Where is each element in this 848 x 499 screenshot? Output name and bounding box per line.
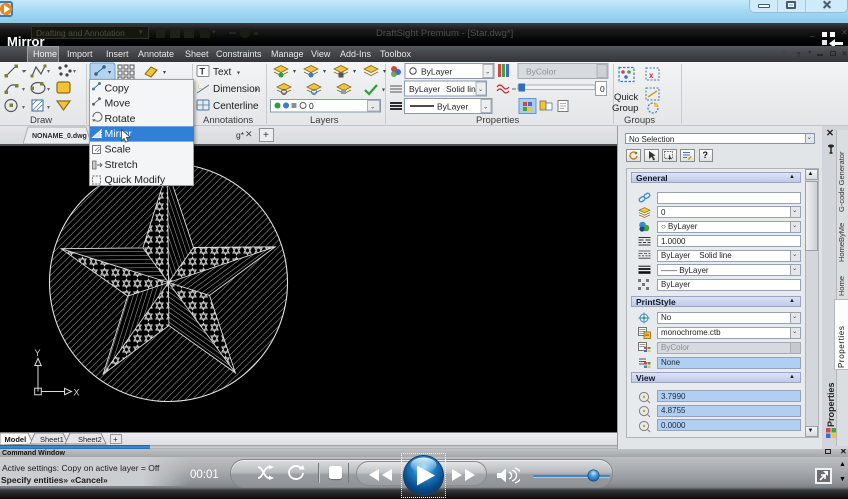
svg-text:▾: ▾	[255, 88, 258, 94]
svg-text:⌄: ⌄	[485, 69, 490, 76]
svg-text:▾: ▾	[237, 71, 240, 77]
svg-text:∟: ∟	[197, 82, 205, 91]
svg-text:▾: ▾	[108, 70, 111, 76]
svg-text:Scale: Scale	[104, 143, 130, 155]
svg-text:▾: ▾	[163, 70, 166, 76]
svg-text:ByColor: ByColor	[526, 67, 556, 77]
svg-text:▾: ▾	[323, 69, 326, 75]
svg-text:⌄: ⌄	[370, 104, 375, 111]
svg-text:⌄: ⌄	[483, 104, 488, 111]
svg-text:Text: Text	[213, 67, 232, 78]
svg-text:Quick Modify: Quick Modify	[104, 174, 165, 186]
svg-text:▾: ▾	[353, 69, 356, 75]
svg-text:Rotate: Rotate	[104, 112, 135, 124]
svg-text:Mirror: Mirror	[104, 128, 132, 140]
svg-text:▾: ▾	[382, 88, 385, 94]
svg-text:0: 0	[309, 101, 314, 111]
svg-text:Stretch: Stretch	[104, 158, 137, 170]
svg-text:▾: ▾	[22, 105, 25, 111]
svg-text:▾: ▾	[383, 69, 386, 75]
svg-text:Copy: Copy	[104, 82, 129, 94]
svg-text:▾: ▾	[47, 87, 50, 93]
svg-text:Centerline: Centerline	[213, 101, 259, 112]
svg-text:X: X	[74, 388, 80, 398]
svg-text:▾: ▾	[293, 69, 296, 75]
svg-text:⌄: ⌄	[478, 86, 483, 93]
svg-text:Y: Y	[35, 348, 41, 358]
svg-text:Move: Move	[104, 97, 130, 109]
svg-text:Solid line: Solid line	[446, 84, 481, 94]
svg-text:▾: ▾	[73, 69, 76, 75]
svg-text:▾: ▾	[47, 69, 50, 75]
svg-text:0: 0	[600, 84, 605, 94]
svg-text:T: T	[200, 67, 206, 77]
svg-text:Group: Group	[612, 103, 638, 114]
svg-text:▾: ▾	[47, 105, 50, 111]
svg-text:▾: ▾	[22, 69, 25, 75]
svg-text:x: x	[649, 71, 654, 80]
svg-text:▾: ▾	[22, 87, 25, 93]
svg-text:ByLayer: ByLayer	[409, 84, 440, 94]
svg-text:ByLayer: ByLayer	[437, 102, 468, 112]
svg-text:Quick: Quick	[614, 92, 639, 103]
svg-text:Dimension: Dimension	[213, 84, 260, 95]
svg-text:ByLayer: ByLayer	[421, 67, 452, 77]
